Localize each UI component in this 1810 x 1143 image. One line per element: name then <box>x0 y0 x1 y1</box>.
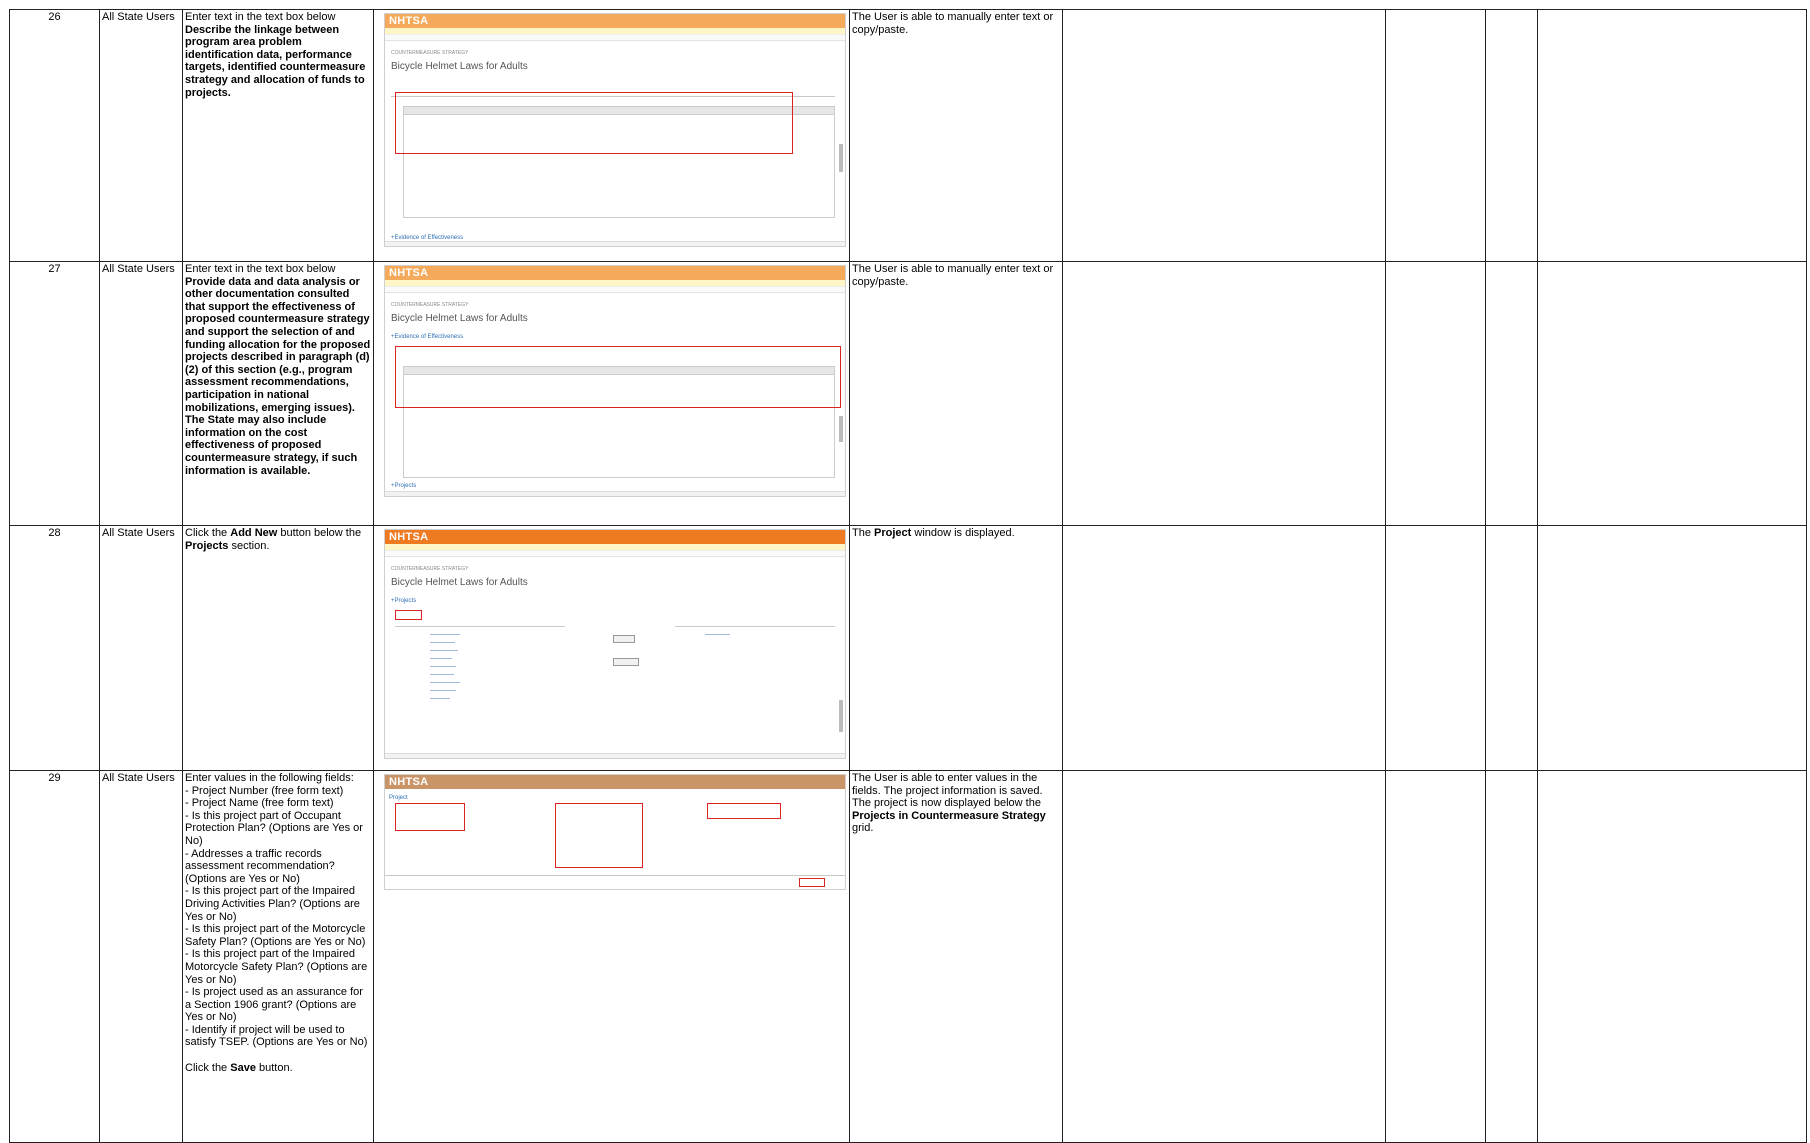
add-new-highlight <box>395 610 422 620</box>
screenshot-cell: NHTSA COUNTERMEASURE STRATEGY Bicycle He… <box>373 9 850 262</box>
result-line: The User is able to manually enter text … <box>852 263 1054 288</box>
mini-button <box>613 635 635 643</box>
table-row: 26 All State Users Enter text in the tex… <box>9 9 1807 262</box>
step-instructions: Click the Add New button below the Proje… <box>182 525 374 771</box>
section-link: Projects <box>394 483 417 489</box>
result-text-bold: Projects in Countermeasure Strategy <box>852 809 1046 822</box>
user-role: All State Users <box>99 9 183 262</box>
app-logo: NHTSA <box>389 14 429 27</box>
app-logo: NHTSA <box>389 530 429 543</box>
blank-cell <box>1385 9 1486 262</box>
instruction-prompt: Provide data and data analysis or other … <box>185 275 371 477</box>
table-row: 27 All State Users Enter text in the tex… <box>9 261 1807 526</box>
user-role: All State Users <box>99 525 183 771</box>
page-title: Bicycle Helmet Laws for Adults <box>391 576 528 588</box>
blank-cell <box>1385 525 1486 771</box>
step-number: 29 <box>9 770 100 1143</box>
step-number: 26 <box>9 9 100 262</box>
instruction-line: Enter text in the text box below <box>185 11 336 23</box>
step-instructions: Enter values in the following fields: - … <box>182 770 374 1143</box>
highlight-box <box>395 346 841 408</box>
screenshot-image: NHTSA COUNTERMEASURE STRATEGY Bicycle He… <box>384 265 846 497</box>
result-text: The User is able to enter values in the … <box>852 772 1043 810</box>
instruction-text: section. <box>228 539 270 552</box>
instruction-line: Enter text in the text box below <box>185 263 336 275</box>
blank-cell <box>1385 770 1486 1143</box>
section-link: Evidence of Effectiveness <box>394 334 464 341</box>
section-link: Projects <box>394 598 417 605</box>
blank-cell <box>1485 770 1538 1143</box>
save-highlight <box>799 878 825 887</box>
actual-result-cell <box>1062 261 1386 526</box>
step-instructions: Enter text in the text box below Provide… <box>182 261 374 526</box>
step-instructions: Enter text in the text box below Describ… <box>182 9 374 262</box>
comments-cell <box>1537 261 1807 526</box>
instruction-text-bold: Save <box>230 1061 256 1074</box>
user-role: All State Users <box>99 261 183 526</box>
mini-button <box>613 658 639 666</box>
actual-result-cell <box>1062 525 1386 771</box>
instruction-prompt: Describe the linkage between program are… <box>185 23 366 99</box>
actual-result-cell <box>1062 770 1386 1143</box>
step-number: 28 <box>9 525 100 771</box>
actual-result-cell <box>1062 9 1386 262</box>
app-logo: NHTSA <box>389 775 429 788</box>
user-role: All State Users <box>99 770 183 1143</box>
expected-result: The User is able to enter values in the … <box>849 770 1063 1143</box>
screenshot-cell: NHTSA Project <box>373 770 850 1143</box>
comments-cell <box>1537 9 1807 262</box>
comments-cell <box>1537 770 1807 1143</box>
page-title: Bicycle Helmet Laws for Adults <box>391 60 528 72</box>
test-steps-table: 26 All State Users Enter text in the tex… <box>9 9 1807 1143</box>
fields-highlight <box>707 803 781 819</box>
table-row: 28 All State Users Click the Add New but… <box>9 525 1807 771</box>
result-text: window is displayed. <box>911 527 1015 539</box>
instruction-text: Enter values in the following fields: - … <box>185 772 368 1074</box>
table-row: 29 All State Users Enter values in the f… <box>9 770 1807 1143</box>
expected-result: The User is able to manually enter text … <box>849 261 1063 526</box>
screenshot-image: NHTSA COUNTERMEASURE STRATEGY Bicycle He… <box>384 13 846 247</box>
page-title: Bicycle Helmet Laws for Adults <box>391 312 528 324</box>
instruction-text-bold: Projects <box>185 539 229 552</box>
app-logo: NHTSA <box>389 266 429 279</box>
screenshot-image: NHTSA COUNTERMEASURE STRATEGY Bicycle He… <box>384 529 846 759</box>
blank-cell <box>1485 261 1538 526</box>
instruction-text: button. <box>255 1061 293 1074</box>
blank-cell <box>1385 261 1486 526</box>
comments-cell <box>1537 525 1807 771</box>
result-text: The <box>852 527 875 539</box>
fields-highlight <box>395 803 465 831</box>
result-text-bold: Project <box>874 527 912 539</box>
expected-result: The User is able to manually enter text … <box>849 9 1063 262</box>
expected-result: The Project window is displayed. <box>849 525 1063 771</box>
blank-cell <box>1485 9 1538 262</box>
instruction-text: button below the <box>277 527 362 539</box>
fields-highlight <box>555 803 643 868</box>
result-text: grid. <box>852 822 874 835</box>
blank-cell <box>1485 525 1538 771</box>
instruction-text: Click the <box>185 527 231 539</box>
screenshot-cell: NHTSA COUNTERMEASURE STRATEGY Bicycle He… <box>373 261 850 526</box>
step-number: 27 <box>9 261 100 526</box>
screenshot-image: NHTSA Project <box>384 774 846 890</box>
result-line: The User is able to manually enter text … <box>852 11 1054 36</box>
highlight-box <box>395 92 793 154</box>
instruction-text-bold: Add New <box>230 527 278 539</box>
screenshot-cell: NHTSA COUNTERMEASURE STRATEGY Bicycle He… <box>373 525 850 771</box>
